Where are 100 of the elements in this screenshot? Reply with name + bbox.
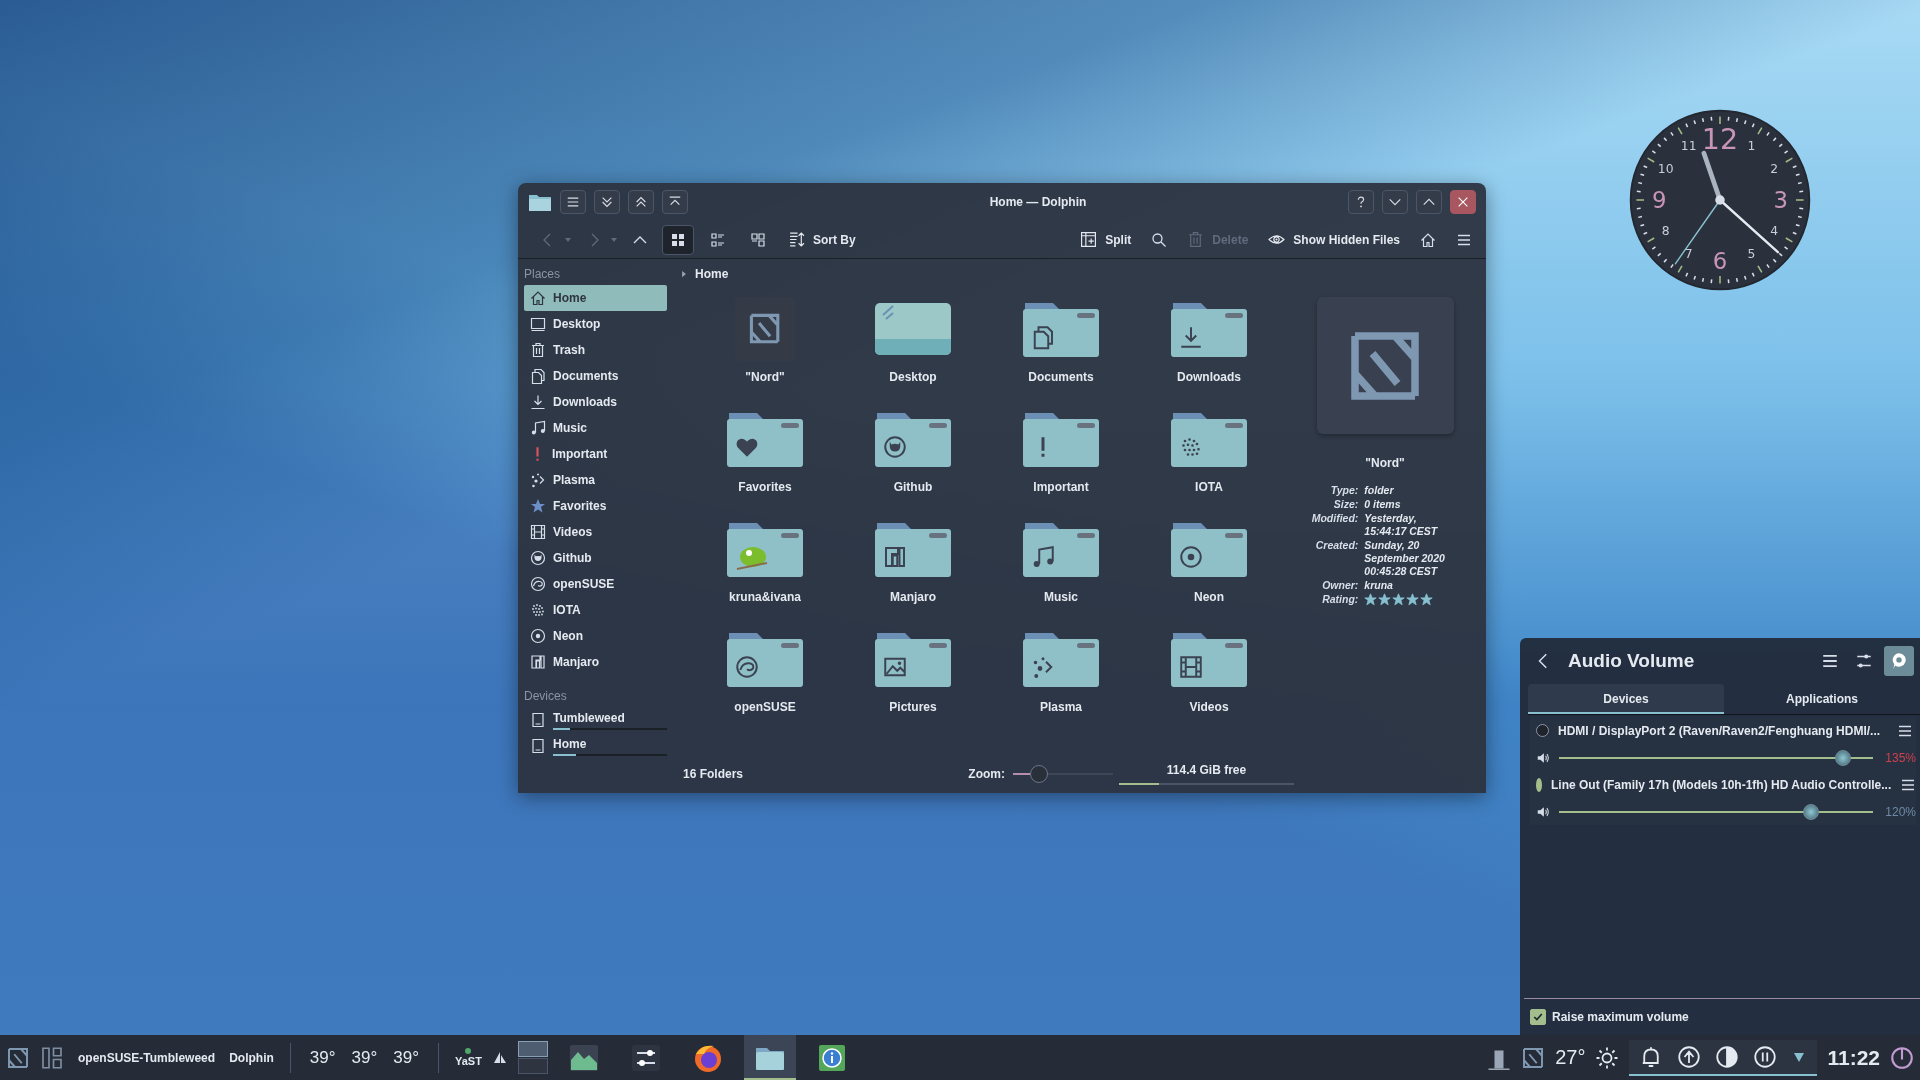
sort-by-button[interactable]: Sort By — [782, 225, 862, 254]
star-icon[interactable] — [1420, 593, 1434, 606]
sidebar-item[interactable]: Desktop — [524, 311, 667, 337]
menu-icon — [1821, 652, 1839, 670]
zoom-slider[interactable] — [1013, 765, 1113, 783]
star-icon[interactable] — [1378, 593, 1392, 606]
info-value: 0 items — [1364, 498, 1402, 511]
sidebar-item[interactable]: Trash — [524, 337, 667, 363]
orbit-icon — [530, 628, 546, 644]
maximize-button[interactable] — [1416, 190, 1442, 214]
folder-item[interactable]: Documents — [987, 297, 1135, 407]
sidebar-item[interactable]: Documents — [524, 363, 667, 389]
sidebar-item[interactable]: Manjaro — [524, 649, 667, 675]
pause-icon[interactable] — [1753, 1044, 1778, 1069]
keep-below-button[interactable] — [594, 190, 620, 214]
desktop-pager-button[interactable] — [517, 1041, 548, 1057]
double-chevron-down-icon — [600, 195, 614, 209]
pin-button[interactable] — [1884, 646, 1914, 676]
power-icon[interactable] — [1890, 1045, 1914, 1070]
show-hidden-files-button[interactable]: Show Hidden Files — [1262, 225, 1406, 254]
checkbox[interactable] — [1530, 1009, 1546, 1025]
sidebar-item[interactable]: Favorites — [524, 493, 667, 519]
download-icon — [530, 394, 546, 410]
sun-icon[interactable] — [1595, 1045, 1620, 1070]
folder-item[interactable]: Pictures — [839, 627, 987, 737]
free-space-label: 114.4 GiB free — [1166, 763, 1247, 777]
logo-icon[interactable] — [6, 1045, 30, 1070]
sidebar-item[interactable]: Downloads — [524, 389, 667, 415]
breadcrumb-item[interactable]: Home — [695, 267, 729, 281]
file-manager-button[interactable] — [743, 1035, 796, 1080]
shade-button[interactable] — [662, 190, 688, 214]
split-button[interactable]: Split — [1074, 225, 1138, 254]
clock-numeral: 11 — [1680, 138, 1697, 153]
monitor-icon — [530, 316, 546, 332]
sliders-icon — [1855, 652, 1873, 670]
drive-icon — [530, 738, 546, 754]
volume-slider[interactable] — [1559, 749, 1873, 766]
menu-button[interactable] — [560, 190, 586, 214]
sidebar-item[interactable]: Plasma — [524, 467, 667, 493]
menu-icon — [566, 195, 580, 209]
sidebar-item[interactable]: Neon — [524, 623, 667, 649]
folder-item[interactable]: Downloads — [1135, 297, 1283, 407]
folder-icon[interactable] — [528, 192, 552, 212]
device-item[interactable]: Home — [553, 736, 667, 751]
folder-item[interactable]: Github — [839, 407, 987, 517]
folder-item[interactable]: Important — [987, 407, 1135, 517]
radio-button[interactable] — [1536, 724, 1549, 737]
close-button[interactable] — [1450, 190, 1476, 214]
folder-item[interactable]: Plasma — [987, 627, 1135, 737]
tiles-icon — [750, 231, 766, 248]
sidebar-item[interactable]: Music — [524, 415, 667, 441]
sidebar-item[interactable]: Home — [524, 285, 667, 311]
radio-button[interactable] — [1536, 777, 1542, 792]
volume-slider[interactable] — [1559, 803, 1873, 820]
clock-numeral: 4 — [1770, 224, 1779, 239]
split-view-icon — [1080, 231, 1098, 248]
home-icon — [530, 290, 546, 306]
star-icon[interactable] — [1392, 593, 1406, 606]
sidebar-item[interactable]: Github — [524, 545, 667, 571]
pin-icon — [1890, 652, 1908, 670]
trash-icon — [530, 342, 546, 358]
info-value: Yesterday, 15:44:17 CEST — [1364, 512, 1439, 538]
clock-time[interactable]: 11:22 — [1827, 1045, 1880, 1070]
logo-icon[interactable] — [1521, 1045, 1546, 1070]
window-title-button[interactable]: Dolphin — [229, 1050, 274, 1065]
keep-above-button[interactable] — [628, 190, 654, 214]
folder-item[interactable]: Favorites — [691, 407, 839, 517]
clock-numeral: 2 — [1770, 161, 1779, 176]
panel-title: Audio Volume — [1568, 650, 1695, 672]
star-icon[interactable] — [1364, 593, 1378, 606]
view-mode-button[interactable] — [662, 224, 694, 255]
weather-temperature: 27° — [1555, 1046, 1586, 1069]
folder-item[interactable]: kruna&ivana — [691, 517, 839, 627]
tab[interactable]: Applications — [1724, 684, 1920, 714]
sidebar-item[interactable]: Videos — [524, 519, 667, 545]
folder-item[interactable]: openSUSE — [691, 627, 839, 737]
update-icon[interactable] — [1677, 1044, 1702, 1069]
disc-icon[interactable] — [1715, 1044, 1740, 1069]
clock-numeral: 8 — [1661, 224, 1670, 239]
device-item[interactable]: Tumbleweed — [553, 710, 667, 725]
section-title: Places — [524, 266, 562, 283]
blocks-logo-icon — [530, 654, 546, 670]
clock-numeral: 12 — [1701, 122, 1739, 156]
folder-item[interactable]: Neon — [1135, 517, 1283, 627]
minimize-button[interactable] — [1382, 190, 1408, 214]
sidebar-item[interactable]: IOTA — [524, 597, 667, 623]
window-title-button[interactable]: openSUSE-Tumbleweed — [78, 1050, 216, 1065]
folder-item[interactable]: Music — [987, 517, 1135, 627]
folder-item[interactable]: Desktop — [839, 297, 987, 407]
sidebar-item[interactable]: openSUSE — [524, 571, 667, 597]
folder-item[interactable]: Videos — [1135, 627, 1283, 737]
folder-item[interactable]: "Nord" — [691, 297, 839, 407]
pager-icon[interactable] — [40, 1045, 64, 1070]
star-icon[interactable] — [1406, 593, 1420, 606]
folder-item[interactable]: IOTA — [1135, 407, 1283, 517]
help-button[interactable] — [1348, 190, 1374, 214]
tab[interactable]: Devices — [1528, 684, 1724, 714]
folder-item[interactable]: Manjaro — [839, 517, 987, 627]
yast-button[interactable]: YaST — [454, 1048, 482, 1067]
sidebar-item[interactable]: Important — [524, 441, 667, 467]
